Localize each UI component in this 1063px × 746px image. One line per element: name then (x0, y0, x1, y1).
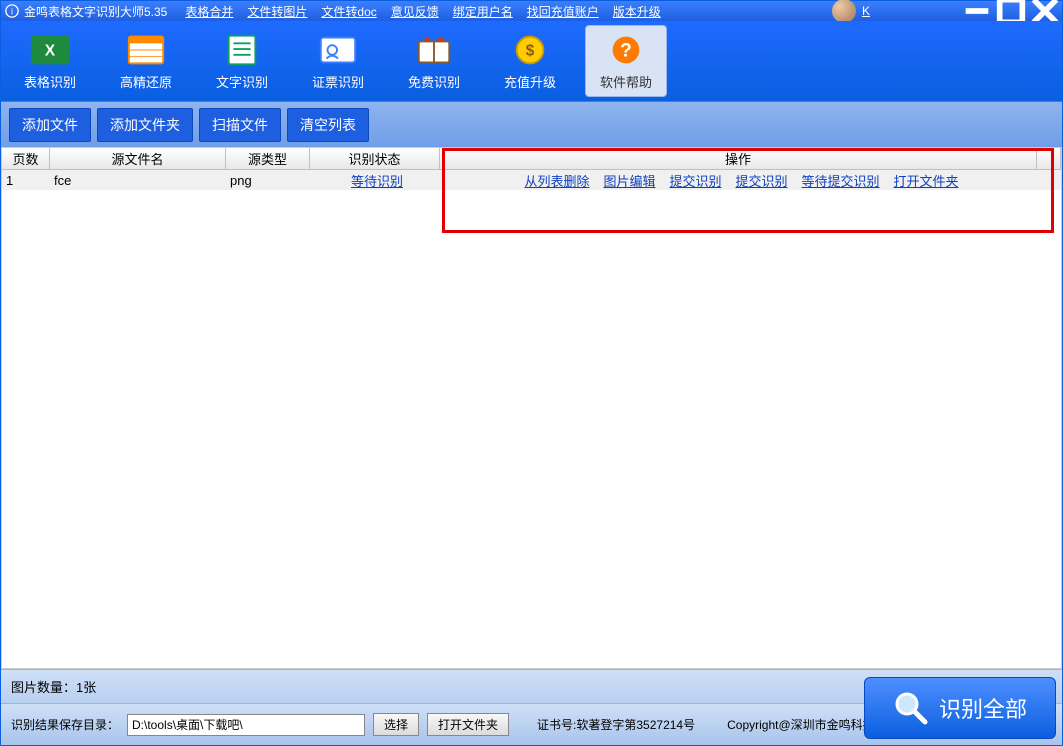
tool-recharge[interactable]: $ 充值升级 (489, 25, 571, 97)
cell-page: 1 (2, 170, 50, 190)
op-submit-1[interactable]: 提交识别 (669, 171, 721, 190)
recognize-all-button[interactable]: 识别全部 (864, 677, 1056, 739)
col-page[interactable]: 页数 (2, 148, 50, 169)
add-file-button[interactable]: 添加文件 (9, 108, 91, 142)
coin-icon: $ (508, 32, 552, 68)
cert-label: 证书号:软著登字第3527214号 (537, 716, 695, 733)
tool-high-precision[interactable]: 高精还原 (105, 25, 187, 97)
top-link-feedback[interactable]: 意见反馈 (391, 3, 439, 20)
op-submit-2[interactable]: 提交识别 (736, 171, 788, 190)
col-ops[interactable]: 操作 (440, 148, 1037, 169)
layout-icon (124, 32, 168, 68)
help-icon: ? (604, 32, 648, 68)
tool-free-ocr[interactable]: 免费识别 (393, 25, 475, 97)
action-bar: 添加文件 添加文件夹 扫描文件 清空列表 (1, 101, 1062, 147)
add-folder-button[interactable]: 添加文件夹 (97, 108, 193, 142)
scan-file-button[interactable]: 扫描文件 (199, 108, 281, 142)
image-count-label: 图片数量：1张 (11, 677, 96, 696)
avatar[interactable] (832, 0, 856, 23)
top-link-bind-user[interactable]: 绑定用户名 (453, 3, 513, 20)
table-row[interactable]: 1 fce png 等待识别 从列表删除 图片编辑 提交识别 提交识别 等待提交… (2, 170, 1061, 190)
open-folder-button[interactable]: 打开文件夹 (427, 713, 509, 736)
user-name[interactable]: K (862, 4, 870, 18)
clear-list-button[interactable]: 清空列表 (287, 108, 369, 142)
col-file[interactable]: 源文件名 (50, 148, 226, 169)
footer-path: 识别结果保存目录： 选择 打开文件夹 证书号:软著登字第3527214号 Cop… (1, 703, 1062, 745)
main-toolbar: X 表格识别 高精还原 文字识别 证票识别 免费识别 $ 充值升级 ? 软件帮助 (1, 21, 1062, 101)
close-button[interactable] (1028, 1, 1062, 21)
cell-file: fce (50, 170, 226, 190)
info-icon: i (5, 4, 19, 18)
op-wait-submit[interactable]: 等待提交识别 (802, 171, 880, 190)
top-link-to-doc[interactable]: 文件转doc (321, 3, 376, 20)
tool-label: 证票识别 (312, 72, 364, 91)
svg-text:?: ? (620, 40, 632, 61)
table-header: 页数 源文件名 源类型 识别状态 操作 (2, 148, 1061, 170)
tool-label: 免费识别 (408, 72, 460, 91)
book-icon (412, 32, 456, 68)
id-icon (316, 32, 360, 68)
minimize-button[interactable] (960, 1, 994, 21)
choose-button[interactable]: 选择 (373, 713, 419, 736)
tool-label: 文字识别 (216, 72, 268, 91)
save-dir-label: 识别结果保存目录： (11, 716, 119, 733)
tool-help[interactable]: ? 软件帮助 (585, 25, 667, 97)
col-spacer (1037, 148, 1061, 169)
svg-text:X: X (45, 42, 56, 59)
col-state[interactable]: 识别状态 (310, 148, 440, 169)
op-delete[interactable]: 从列表删除 (524, 171, 589, 190)
top-link-recover[interactable]: 找回充值账户 (527, 3, 599, 20)
doc-icon (220, 32, 264, 68)
op-edit-image[interactable]: 图片编辑 (603, 171, 655, 190)
cell-ops: 从列表删除 图片编辑 提交识别 提交识别 等待提交识别 打开文件夹 (440, 170, 1037, 190)
maximize-button[interactable] (994, 1, 1028, 21)
file-table: 页数 源文件名 源类型 识别状态 操作 1 fce png 等待识别 从列表删除… (1, 147, 1062, 669)
svg-text:$: $ (526, 42, 535, 59)
state-link[interactable]: 等待识别 (351, 171, 403, 190)
cell-state: 等待识别 (310, 170, 440, 190)
top-link-upgrade[interactable]: 版本升级 (613, 3, 661, 20)
save-dir-input[interactable] (127, 714, 365, 736)
recognize-all-label: 识别全部 (939, 692, 1027, 724)
tool-table-ocr[interactable]: X 表格识别 (9, 25, 91, 97)
tool-text-ocr[interactable]: 文字识别 (201, 25, 283, 97)
cell-type: png (226, 170, 310, 190)
top-link-to-img[interactable]: 文件转图片 (247, 3, 307, 20)
title-bar: i 金鸣表格文字识别大师5.35 表格合并 文件转图片 文件转doc 意见反馈 … (1, 1, 1062, 21)
tool-label: 充值升级 (504, 72, 556, 91)
tool-label: 软件帮助 (600, 72, 652, 91)
top-link-merge[interactable]: 表格合并 (185, 3, 233, 20)
magnifier-icon (893, 690, 929, 726)
tool-label: 高精还原 (120, 72, 172, 91)
svg-text:i: i (11, 7, 13, 17)
op-open-folder[interactable]: 打开文件夹 (894, 171, 959, 190)
app-title: 金鸣表格文字识别大师5.35 (24, 3, 167, 20)
tool-id-ocr[interactable]: 证票识别 (297, 25, 379, 97)
excel-icon: X (28, 32, 72, 68)
tool-label: 表格识别 (24, 72, 76, 91)
col-type[interactable]: 源类型 (226, 148, 310, 169)
